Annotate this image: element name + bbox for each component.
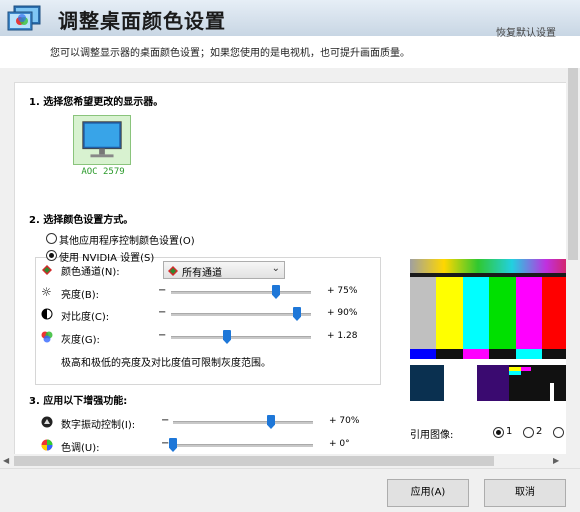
vertical-scrollbar[interactable] (566, 68, 580, 454)
display-color-icon (7, 5, 41, 31)
gamma-label: 灰度(G): (61, 335, 100, 346)
monitor-icon (82, 121, 122, 158)
page-header: 调整桌面颜色设置 恢复默认设置 您可以调整显示器的桌面颜色设置；如果您使用的是电… (0, 0, 580, 68)
gamma-value: + 1.28 (327, 331, 358, 341)
reference-radio-3[interactable] (553, 427, 564, 438)
vibrance-minus: − (161, 415, 170, 426)
gamma-slider[interactable] (171, 336, 311, 339)
vertical-scroll-thumb[interactable] (568, 68, 578, 260)
vibrance-label: 数字振动控制(I): (61, 420, 136, 431)
hue-slider-thumb[interactable] (169, 438, 177, 452)
reference-radio-2-label: 2 (536, 426, 543, 437)
chevron-down-icon: ⌄ (271, 263, 280, 274)
color-channel-label: 颜色通道(N): (61, 267, 120, 278)
hue-label: 色调(U): (61, 443, 100, 454)
section-2-title: 2. 选择颜色设置方式。 (29, 215, 134, 226)
hue-minus: − (161, 438, 170, 449)
vibrance-value: + 70% (329, 416, 360, 426)
cancel-button[interactable]: 取消 (484, 479, 566, 507)
vibrance-icon (41, 416, 53, 428)
brightness-minus: − (158, 285, 167, 296)
contrast-value: + 90% (327, 308, 358, 318)
hue-icon (41, 439, 53, 451)
brightness-value: + 75% (327, 286, 358, 296)
brightness-label: 亮度(B): (61, 290, 100, 301)
contrast-label: 对比度(C): (61, 312, 110, 323)
gamma-note: 极高和极低的亮度及对比度值可限制灰度范围。 (61, 358, 271, 369)
horizontal-scrollbar[interactable]: ◀ ▶ (0, 454, 566, 468)
monitor-name: AOC 2579 (81, 167, 125, 177)
radio-nvidia-settings-label: 使用 NVIDIA 设置(S) (59, 253, 155, 264)
color-channel-value: 所有通道 (182, 268, 222, 279)
scroll-left-icon[interactable]: ◀ (3, 456, 9, 465)
brightness-slider[interactable] (171, 291, 311, 294)
gamma-icon (41, 331, 53, 343)
vibrance-slider-thumb[interactable] (267, 415, 275, 429)
horizontal-scroll-thumb[interactable] (14, 456, 494, 466)
hue-slider[interactable] (173, 444, 313, 447)
channel-select-icon (168, 266, 178, 276)
gamma-minus: − (158, 330, 167, 341)
color-channel-select[interactable]: 所有通道 ⌄ (163, 261, 285, 279)
vibrance-slider[interactable] (173, 421, 313, 424)
section-3-title: 3. 应用以下增强功能: (29, 396, 128, 407)
restore-defaults-link[interactable]: 恢复默认设置 (496, 24, 556, 39)
radio-nvidia-settings[interactable] (46, 250, 57, 261)
dialog-footer: 应用(A) 取消 (0, 468, 580, 512)
brightness-icon: ☼ (41, 285, 52, 299)
reference-image-label: 引用图像: (410, 430, 454, 441)
color-channel-icon (42, 265, 52, 275)
scroll-right-icon[interactable]: ▶ (553, 456, 559, 465)
contrast-icon (41, 308, 53, 320)
content-scroll-area: 1. 选择您希望更改的显示器。 AOC 2579 2. 选择颜色设置方式。 其他… (0, 68, 566, 454)
reference-radio-1[interactable] (493, 427, 504, 438)
contrast-slider[interactable] (171, 313, 311, 316)
page-title: 调整桌面颜色设置 (58, 9, 226, 33)
reference-radio-2[interactable] (523, 427, 534, 438)
monitor-tile[interactable] (73, 115, 131, 165)
contrast-minus: − (158, 307, 167, 318)
radio-app-control-label: 其他应用程序控制颜色设置(O) (59, 236, 195, 247)
radio-app-control[interactable] (46, 233, 57, 244)
page-subtitle: 您可以调整显示器的桌面颜色设置；如果您使用的是电视机，也可提升画面质量。 (50, 48, 410, 59)
settings-panel: 1. 选择您希望更改的显示器。 AOC 2579 2. 选择颜色设置方式。 其他… (14, 82, 566, 454)
apply-button[interactable]: 应用(A) (387, 479, 469, 507)
reference-radio-1-label: 1 (506, 426, 513, 437)
hue-value: + 0° (329, 439, 350, 449)
color-test-image (410, 259, 566, 401)
section-1-title: 1. 选择您希望更改的显示器。 (29, 97, 164, 108)
